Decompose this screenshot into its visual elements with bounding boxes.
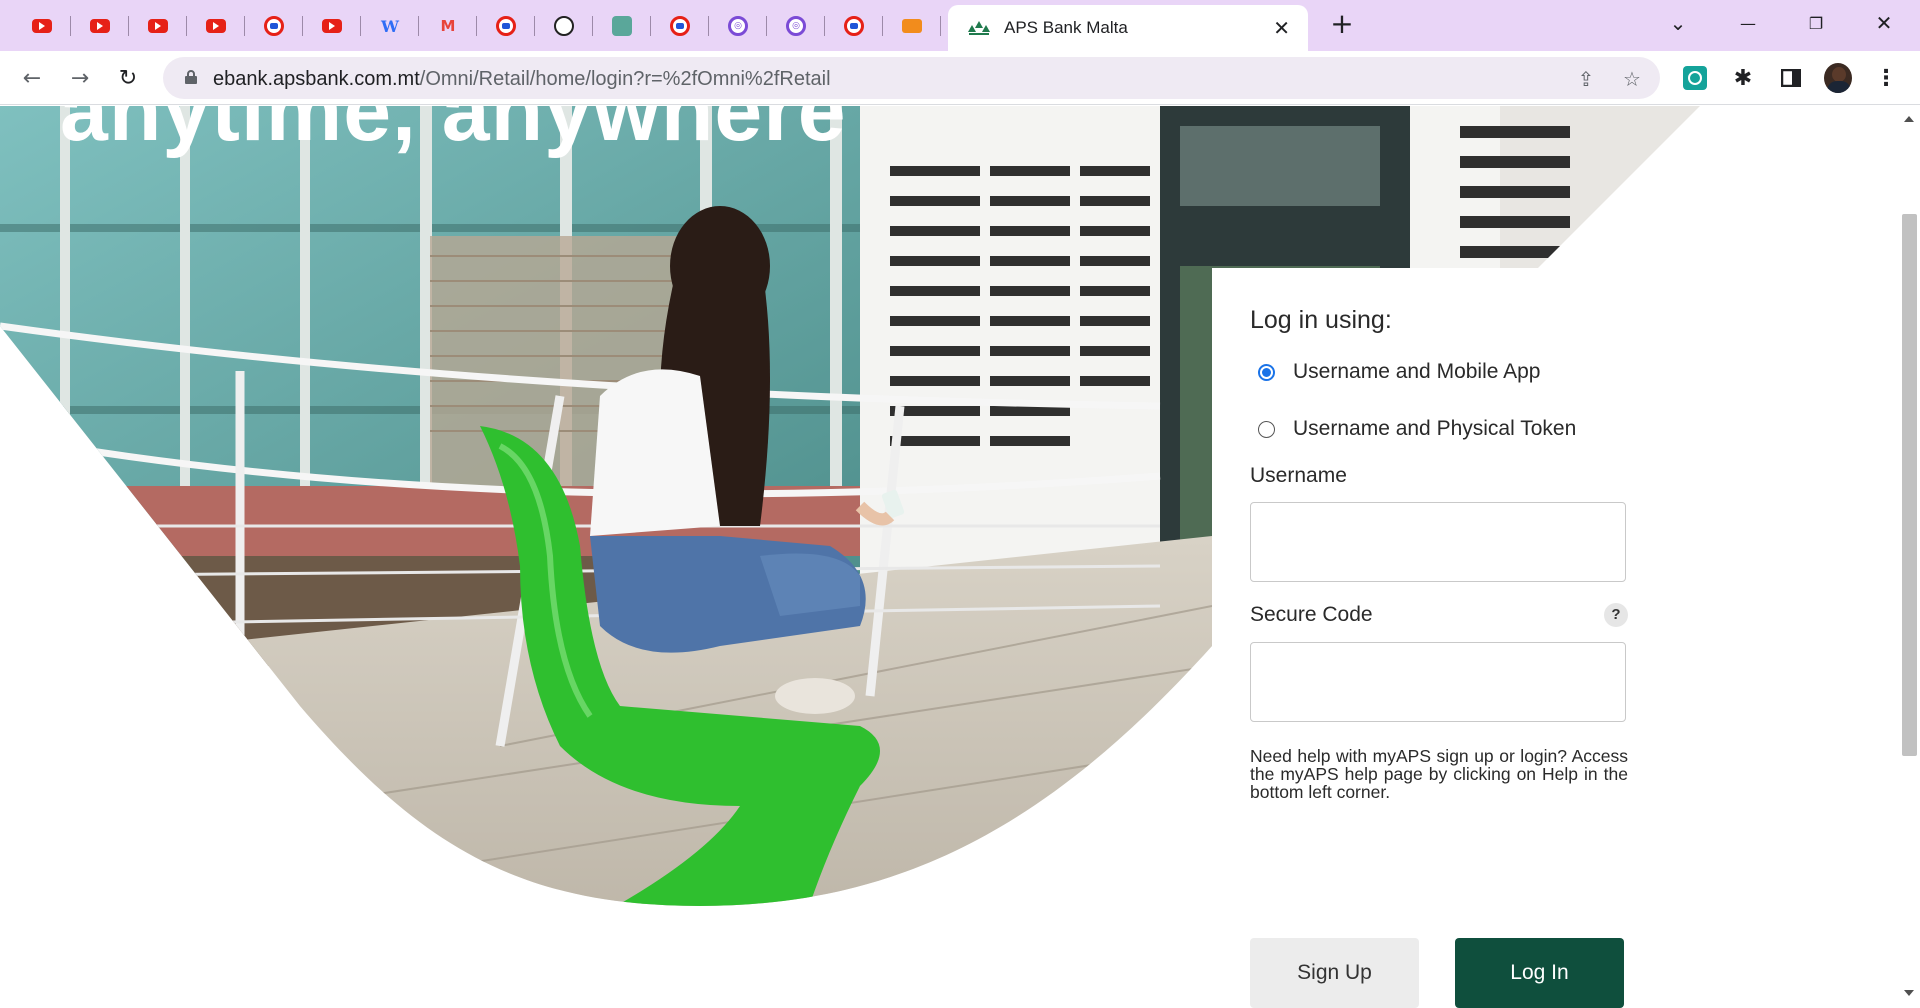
tab-separator [476, 16, 477, 36]
pinned-tab[interactable] [594, 10, 651, 42]
openai-icon [554, 16, 574, 36]
tab-separator [302, 16, 303, 36]
pinned-tab[interactable] [72, 10, 129, 42]
pinned-tab[interactable] [536, 10, 593, 42]
scroll-down-arrow-icon[interactable] [1904, 990, 1914, 996]
tab-separator [360, 16, 361, 36]
secure-code-label: Secure Code [1250, 603, 1373, 626]
tab-separator [592, 16, 593, 36]
log-in-button[interactable]: Log In [1455, 938, 1624, 1008]
tab-separator [708, 16, 709, 36]
username-input[interactable] [1250, 502, 1626, 582]
tab-separator [650, 16, 651, 36]
pinned-tab[interactable]: ◎ [710, 10, 767, 42]
lock-icon[interactable] [185, 70, 197, 84]
page-viewport: anytime, anywhere Log in using: Username… [0, 106, 1898, 1008]
youtube-icon [32, 19, 52, 33]
youtube-ring-icon [264, 16, 284, 36]
pinned-tab[interactable] [826, 10, 883, 42]
forward-button[interactable]: → [64, 62, 96, 94]
secure-code-input[interactable] [1250, 642, 1626, 722]
tab-separator [824, 16, 825, 36]
youtube-icon [148, 19, 168, 33]
tab-separator [940, 16, 941, 36]
tab-separator [186, 16, 187, 36]
bookmark-star-icon[interactable]: ☆ [1619, 66, 1645, 92]
profile-avatar[interactable] [1824, 63, 1852, 93]
m-logo-icon: M [440, 17, 456, 35]
youtube-ring-icon [670, 16, 690, 36]
youtube-ring-icon [496, 16, 516, 36]
url-path: /Omni/Retail/home/login?r=%2fOmni%2fReta… [419, 68, 831, 90]
tab-separator [70, 16, 71, 36]
url-host: ebank.apsbank.com.mt [213, 68, 420, 90]
reload-button[interactable]: ↻ [112, 62, 144, 94]
tab-separator [418, 16, 419, 36]
active-tab[interactable]: APS Bank Malta ✕ [948, 5, 1308, 51]
login-method-heading: Log in using: [1250, 306, 1392, 334]
w-logo-icon: W [381, 16, 399, 36]
close-window-button[interactable]: ✕ [1864, 6, 1904, 40]
help-text: Need help with myAPS sign up or login? A… [1250, 746, 1628, 802]
share-icon[interactable]: ⇪ [1573, 66, 1599, 92]
sign-up-button[interactable]: Sign Up [1250, 938, 1419, 1008]
pinned-tab[interactable] [130, 10, 187, 42]
youtube-icon [206, 19, 226, 33]
tab-separator [128, 16, 129, 36]
youtube-ring-icon [844, 16, 864, 36]
radio-mobile-app[interactable] [1258, 363, 1275, 381]
pinned-tab[interactable] [246, 10, 303, 42]
pinned-tab[interactable] [884, 10, 941, 42]
tab-separator [766, 16, 767, 36]
address-bar[interactable]: ebank.apsbank.com.mt/Omni/Retail/home/lo… [163, 57, 1660, 99]
chatgpt-icon [612, 16, 632, 36]
aps-bank-logo-icon [966, 18, 992, 38]
pinned-tab[interactable] [14, 10, 71, 42]
pinned-tab[interactable]: M [420, 10, 477, 42]
close-tab-icon[interactable]: ✕ [1273, 16, 1290, 40]
pinned-tab[interactable] [478, 10, 535, 42]
option-physical-token[interactable]: Username and Physical Token [1258, 417, 1576, 441]
pinned-tab[interactable] [188, 10, 245, 42]
login-panel: Log in using: Username and Mobile App Us… [1212, 268, 1648, 1008]
tab-search-chevron-icon[interactable]: ⌄ [1658, 6, 1698, 40]
extensions-puzzle-icon[interactable]: ✱ [1729, 64, 1757, 92]
scroll-thumb[interactable] [1902, 214, 1917, 756]
username-label: Username [1250, 464, 1347, 487]
restore-button[interactable]: ❐ [1796, 6, 1836, 40]
back-button[interactable]: ← [16, 62, 48, 94]
browser-menu-icon[interactable]: ⋮ [1872, 64, 1900, 92]
new-tab-button[interactable]: + [1326, 8, 1358, 40]
option-mobile-app-label[interactable]: Username and Mobile App [1293, 360, 1540, 384]
url-text[interactable]: ebank.apsbank.com.mt/Omni/Retail/home/lo… [213, 68, 831, 91]
radio-physical-token[interactable] [1258, 420, 1275, 438]
browser-toolbar: ← → ↻ ebank.apsbank.com.mt/Omni/Retail/h… [0, 51, 1920, 105]
hero-headline: anytime, anywhere [60, 106, 847, 159]
tab-separator [244, 16, 245, 36]
pinned-tab[interactable] [304, 10, 361, 42]
purple-app-icon: ◎ [728, 16, 748, 36]
pinned-tab[interactable] [652, 10, 709, 42]
tab-title: APS Bank Malta [1004, 18, 1128, 37]
page-scrollbar[interactable] [1898, 106, 1920, 1008]
option-mobile-app[interactable]: Username and Mobile App [1258, 360, 1540, 384]
side-panel-icon[interactable] [1777, 64, 1805, 92]
youtube-icon [322, 19, 342, 33]
pinned-tab[interactable]: W [362, 10, 419, 42]
extension-app-icon[interactable] [1681, 64, 1709, 92]
secure-code-help-icon[interactable]: ? [1604, 603, 1628, 627]
tab-separator [534, 16, 535, 36]
option-physical-token-label[interactable]: Username and Physical Token [1293, 417, 1576, 441]
tab-strip: W M ◎ ◎ APS Bank Malta ✕ + ⌄ — ❐ ✕ [0, 0, 1920, 51]
tab-separator [882, 16, 883, 36]
purple-app-icon: ◎ [786, 16, 806, 36]
youtube-icon [90, 19, 110, 33]
pinned-tab[interactable]: ◎ [768, 10, 825, 42]
minimize-button[interactable]: — [1728, 6, 1768, 40]
game-icon [902, 19, 922, 33]
scroll-up-arrow-icon[interactable] [1904, 116, 1914, 122]
